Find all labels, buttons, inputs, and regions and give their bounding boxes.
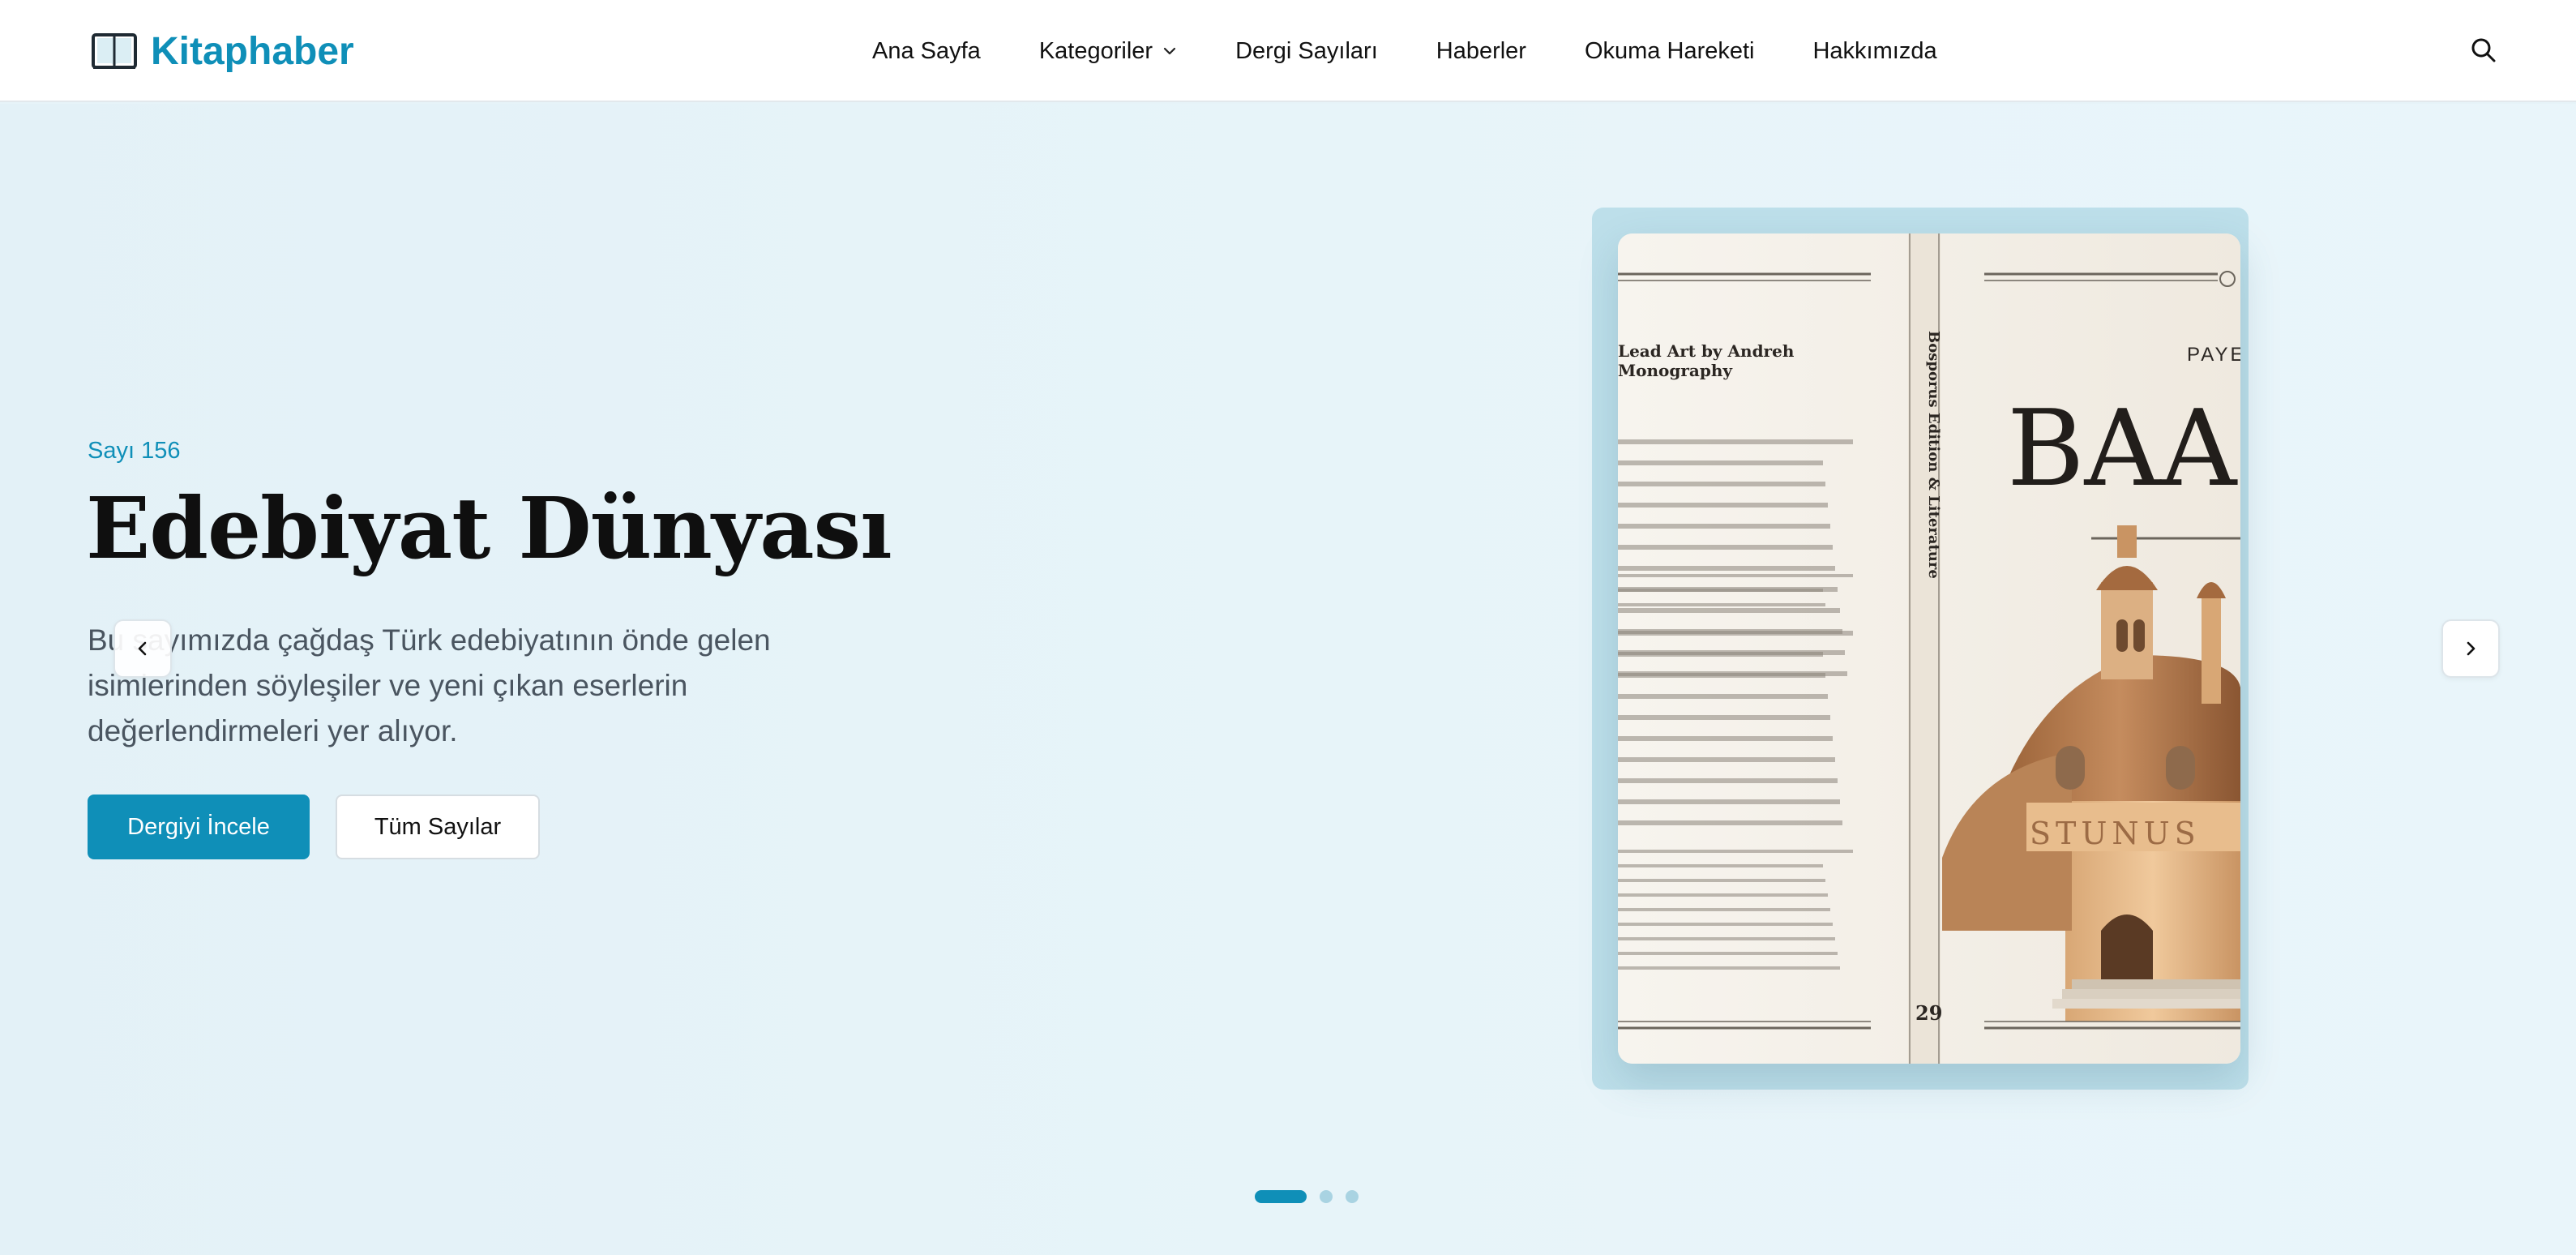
nav-item-categories[interactable]: Kategoriler — [1039, 38, 1177, 65]
carousel-prev-button[interactable] — [113, 619, 172, 678]
nav-item-label: Haberler — [1436, 37, 1526, 64]
open-book-icon — [92, 33, 137, 69]
spine-title: Bosporus Edition & Literature — [1925, 331, 1942, 579]
page-heading-2: Monography — [1618, 361, 1733, 380]
hero-description: Bu sayımızda çağdaş Türk edebiyatının ön… — [88, 623, 771, 747]
page-number: 29 — [1915, 1001, 1942, 1025]
carousel-dot-3[interactable] — [1346, 1190, 1359, 1203]
chevron-left-icon — [138, 641, 147, 656]
magazine-cover-image[interactable]: Lead Art by Andreh Monography Bosporus E… — [1618, 233, 2240, 1064]
nav-item-label: Okuma Hareketi — [1584, 37, 1755, 64]
carousel-dot-1[interactable] — [1255, 1190, 1307, 1203]
nav-item-about[interactable]: Hakkımızda — [1812, 38, 1936, 65]
hero-section: Sayı 156 Edebiyat Dünyası Bu sayımızda ç… — [0, 104, 2576, 1255]
search-icon[interactable] — [2469, 36, 2498, 65]
site-logo[interactable]: Kitaphaber — [91, 28, 354, 75]
nav-item-reading-movement[interactable]: Okuma Hareketi — [1585, 38, 1755, 65]
issue-number: Sayı 156 — [88, 438, 181, 464]
brand-name: Kitaphaber — [151, 29, 354, 73]
page-heading-1: Lead Art by Andreh — [1618, 341, 1795, 361]
all-issues-button[interactable]: Tüm Sayılar — [336, 795, 540, 859]
main-nav: Ana Sayfa Kategoriler Dergi Sayıları Hab… — [872, 0, 1937, 102]
building-inscription: STUNUS — [2030, 816, 2201, 851]
nav-item-home[interactable]: Ana Sayfa — [872, 38, 981, 65]
nav-item-news[interactable]: Haberler — [1436, 38, 1526, 65]
nav-item-label: Hakkımızda — [1812, 37, 1937, 64]
nav-item-issues[interactable]: Dergi Sayıları — [1235, 38, 1378, 65]
chevron-down-icon — [1163, 47, 1176, 55]
carousel-dot-2[interactable] — [1320, 1190, 1333, 1203]
cover-prefix: PAYE — [2187, 344, 2240, 366]
nav-item-label: Kategoriler — [1038, 37, 1153, 64]
magazine-spread-illustration: Lead Art by Andreh Monography Bosporus E… — [1618, 233, 2240, 1064]
view-magazine-button[interactable]: Dergiyi İncele — [88, 795, 310, 859]
carousel-pagination — [1255, 1190, 1371, 1203]
nav-item-label: Dergi Sayıları — [1235, 37, 1378, 64]
hero-title: Edebiyat Dünyası — [86, 478, 892, 578]
nav-item-label: Ana Sayfa — [872, 37, 981, 64]
cover-title: BAAZ — [2007, 387, 2240, 510]
carousel-next-button[interactable] — [2441, 619, 2500, 678]
site-header: Kitaphaber Ana Sayfa Kategoriler Dergi S… — [0, 0, 2576, 102]
chevron-right-icon — [2467, 641, 2475, 656]
